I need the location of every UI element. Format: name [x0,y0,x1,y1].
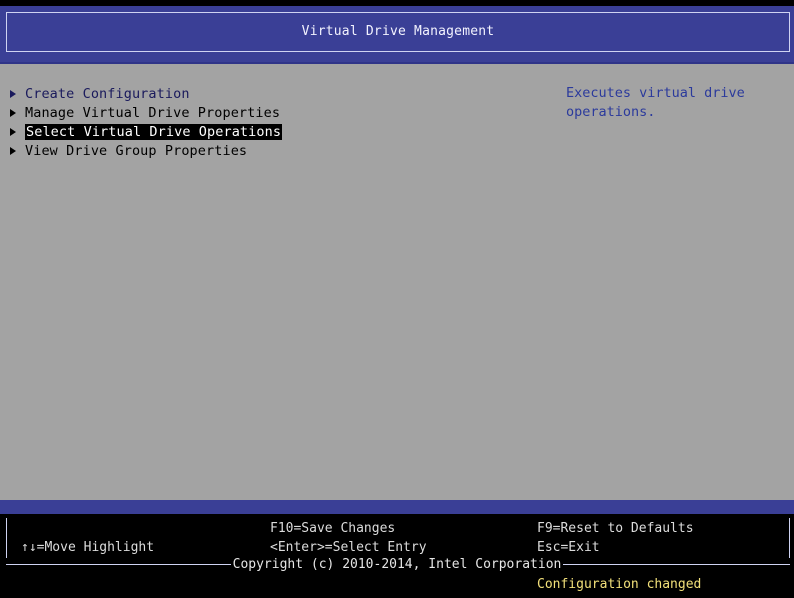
page-title: Virtual Drive Management [301,24,495,39]
key-hint-exit: Esc=Exit [537,540,600,555]
menu-list: Create Configuration Manage Virtual Driv… [10,84,283,160]
header-gap [0,52,794,62]
help-text: Executes virtual drive operations. [566,85,745,120]
main-panel: Create Configuration Manage Virtual Driv… [0,62,794,500]
key-hint-move-highlight: ↑↓=Move Highlight [21,540,155,555]
menu-item-select-virtual-drive-operations[interactable]: Select Virtual Drive Operations [10,122,283,141]
header-box: Virtual Drive Management [6,12,790,52]
menu-item-view-drive-group-properties[interactable]: View Drive Group Properties [10,141,282,160]
menu-item-label-selected: Select Virtual Drive Operations [25,123,283,140]
triangle-right-icon [10,127,16,136]
menu-item-label: Create Configuration [25,85,190,102]
status-message: Configuration changed [537,577,702,592]
footer-band [0,500,794,514]
triangle-right-icon [10,89,16,98]
triangle-right-icon [10,108,16,117]
copyright-label: Copyright (c) 2010-2014, Intel Corporati… [230,557,564,572]
triangle-right-icon [10,146,16,155]
key-hint-save-changes: F10=Save Changes [270,521,396,536]
key-hint-select-entry: <Enter>=Select Entry [270,540,427,555]
copyright: Copyright (c) 2010-2014, Intel Corporati… [0,557,794,572]
key-hint-reset-defaults: F9=Reset to Defaults [537,521,694,536]
footer: F10=Save Changes F9=Reset to Defaults ↑↓… [0,514,794,598]
menu-item-label: Manage Virtual Drive Properties [25,104,281,121]
menu-item-create-configuration[interactable]: Create Configuration [10,84,282,103]
menu-item-manage-virtual-drive-properties[interactable]: Manage Virtual Drive Properties [10,103,282,122]
menu-item-label: View Drive Group Properties [25,142,248,159]
